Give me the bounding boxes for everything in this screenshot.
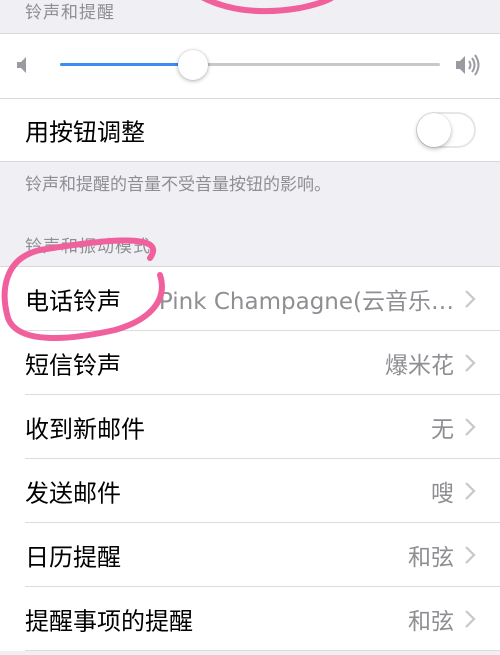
row-value: 和弦 — [408, 609, 454, 635]
toggle-knob — [417, 113, 451, 147]
volume-slider-track[interactable] — [60, 63, 440, 66]
row-label: 提醒事项的提醒 — [25, 607, 193, 636]
row-value: 爆米花 — [385, 353, 454, 379]
row-value: 无 — [431, 417, 454, 443]
volume-slider-row — [0, 34, 500, 98]
row-value: 嗖 — [431, 481, 454, 507]
speaker-low-icon — [17, 57, 26, 73]
chevron-right-icon — [465, 546, 476, 564]
chevron-right-icon — [465, 354, 476, 372]
sound-row-reminder-alerts[interactable]: 提醒事项的提醒 和弦 — [0, 587, 500, 651]
change-with-buttons-label: 用按钮调整 — [25, 118, 145, 147]
speaker-high-icon — [456, 54, 480, 76]
row-label: 短信铃声 — [25, 351, 121, 380]
chevron-right-icon — [465, 610, 476, 628]
chevron-right-icon — [465, 482, 476, 500]
volume-footer-note: 铃声和提醒的音量不受音量按钮的影响。 — [25, 175, 331, 195]
volume-slider-thumb[interactable] — [178, 50, 208, 80]
section-header-sounds: 铃声和振动模式 — [25, 237, 151, 257]
annotation-top-scribble — [201, 0, 334, 15]
divider — [0, 161, 500, 162]
volume-slider-fill — [60, 63, 193, 66]
section-header-ringers: 铃声和提醒 — [25, 3, 115, 23]
row-label: 发送邮件 — [25, 479, 121, 508]
chevron-right-icon — [465, 418, 476, 436]
change-with-buttons-toggle[interactable] — [416, 112, 476, 148]
sound-row-phone-ringtone[interactable]: 电话铃声 Pink Champagne(云音乐… — [0, 267, 500, 331]
sound-row-calendar-alerts[interactable]: 日历提醒 和弦 — [0, 523, 500, 587]
row-label: 收到新邮件 — [25, 415, 145, 444]
sound-row-sent-mail[interactable]: 发送邮件 嗖 — [0, 459, 500, 523]
sound-row-new-mail[interactable]: 收到新邮件 无 — [0, 395, 500, 459]
row-label: 电话铃声 — [25, 287, 121, 316]
chevron-right-icon — [465, 290, 476, 308]
sound-row-text-tone[interactable]: 短信铃声 爆米花 — [0, 331, 500, 395]
row-value: 和弦 — [408, 545, 454, 571]
row-value: Pink Champagne(云音乐… — [158, 289, 454, 315]
row-label: 日历提醒 — [25, 543, 121, 572]
